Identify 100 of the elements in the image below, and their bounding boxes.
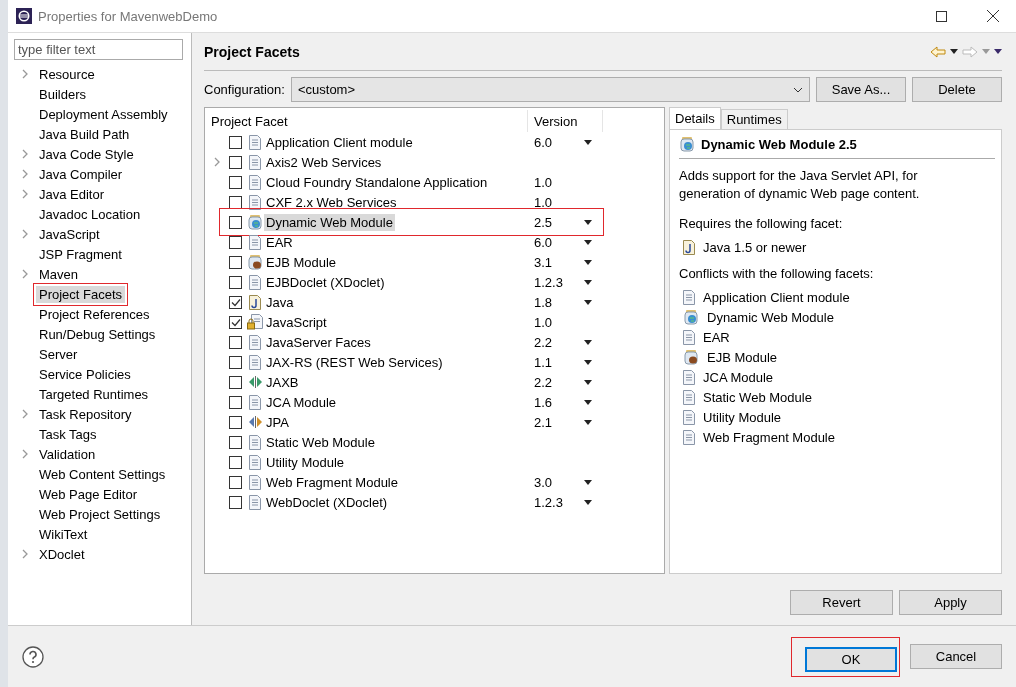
sidebar-item[interactable]: Resource: [36, 65, 98, 83]
facet-checkbox[interactable]: [229, 355, 242, 369]
caret-icon[interactable]: [584, 139, 592, 145]
facet-checkbox[interactable]: [229, 155, 242, 169]
facet-name[interactable]: Static Web Module: [264, 433, 377, 451]
caret-icon[interactable]: [950, 49, 958, 54]
sidebar-item[interactable]: Web Project Settings: [36, 505, 164, 523]
facet-checkbox[interactable]: [229, 415, 242, 429]
facet-name[interactable]: JavaScript: [264, 313, 329, 331]
sidebar-item[interactable]: Java Compiler: [36, 165, 126, 183]
facet-checkbox[interactable]: [229, 315, 242, 329]
sidebar-item[interactable]: XDoclet: [36, 545, 88, 563]
page-button[interactable]: Revert: [790, 590, 893, 615]
sidebar-item[interactable]: Builders: [36, 85, 89, 103]
facet-checkbox[interactable]: [229, 175, 242, 189]
expand-icon[interactable]: [22, 549, 28, 559]
sidebar-item[interactable]: WikiText: [36, 525, 91, 543]
expand-icon[interactable]: [214, 157, 220, 167]
facet-checkbox[interactable]: [229, 395, 242, 409]
facet-checkbox[interactable]: [229, 275, 242, 289]
sidebar-item[interactable]: Task Repository: [36, 405, 135, 423]
caret-icon[interactable]: [584, 279, 592, 285]
expand-icon[interactable]: [22, 229, 28, 239]
facet-name[interactable]: JAXB: [264, 373, 301, 391]
sidebar-item[interactable]: Targeted Runtimes: [36, 385, 152, 403]
caret-icon[interactable]: [584, 399, 592, 405]
facet-name[interactable]: CXF 2.x Web Services: [264, 193, 399, 211]
facet-name[interactable]: EJBDoclet (XDoclet): [264, 273, 387, 291]
facet-checkbox[interactable]: [229, 455, 242, 469]
facet-name[interactable]: WebDoclet (XDoclet): [264, 493, 390, 511]
sidebar-item[interactable]: Javadoc Location: [36, 205, 144, 223]
facet-name[interactable]: JCA Module: [264, 393, 339, 411]
facet-name[interactable]: Dynamic Web Module: [264, 213, 395, 231]
facet-checkbox[interactable]: [229, 335, 242, 349]
configuration-button[interactable]: Delete: [912, 77, 1002, 102]
sidebar-item[interactable]: Java Editor: [36, 185, 108, 203]
facet-checkbox[interactable]: [229, 195, 242, 209]
facet-name[interactable]: JavaServer Faces: [264, 333, 373, 351]
caret-icon[interactable]: [584, 299, 592, 305]
facet-name[interactable]: Web Fragment Module: [264, 473, 400, 491]
caret-icon[interactable]: [584, 339, 592, 345]
caret-icon[interactable]: [584, 379, 592, 385]
facet-checkbox[interactable]: [229, 495, 242, 509]
sidebar-item[interactable]: Project References: [36, 305, 153, 323]
facet-checkbox[interactable]: [229, 255, 242, 269]
page-button[interactable]: Apply: [899, 590, 1002, 615]
caret-icon[interactable]: [584, 259, 592, 265]
configuration-dropdown[interactable]: <custom>: [290, 77, 810, 102]
sidebar-item[interactable]: Maven: [36, 265, 82, 283]
sidebar-item[interactable]: Java Build Path: [36, 125, 133, 143]
help-icon[interactable]: [22, 645, 44, 668]
facet-checkbox[interactable]: [229, 435, 242, 449]
expand-icon[interactable]: [22, 69, 28, 79]
sidebar-item[interactable]: Web Page Editor: [36, 485, 141, 503]
caret-icon[interactable]: [584, 479, 592, 485]
facet-name[interactable]: JPA: [264, 413, 291, 431]
sidebar-item[interactable]: JSP Fragment: [36, 245, 125, 263]
sidebar-item[interactable]: JavaScript: [36, 225, 103, 243]
details-tab[interactable]: Details: [669, 107, 721, 129]
caret-icon[interactable]: [584, 499, 592, 505]
maximize-icon[interactable]: [935, 10, 947, 22]
facet-name[interactable]: Utility Module: [264, 453, 347, 471]
sidebar-item[interactable]: Server: [36, 345, 81, 363]
facet-name[interactable]: Axis2 Web Services: [264, 153, 384, 171]
facet-name[interactable]: JAX-RS (REST Web Services): [264, 353, 445, 371]
facet-checkbox[interactable]: [229, 295, 242, 309]
column-header[interactable]: Version: [528, 110, 603, 132]
facet-checkbox[interactable]: [229, 375, 242, 389]
caret-icon[interactable]: [584, 419, 592, 425]
sidebar-item[interactable]: Project Facets: [36, 285, 126, 303]
facet-checkbox[interactable]: [229, 475, 242, 489]
sidebar-item[interactable]: Task Tags: [36, 425, 100, 443]
document-icon: [683, 289, 695, 305]
chevron-down-icon[interactable]: [793, 86, 803, 93]
configuration-button[interactable]: Save As...: [816, 77, 906, 102]
sidebar-item[interactable]: Java Code Style: [36, 145, 137, 163]
sidebar-item[interactable]: Run/Debug Settings: [36, 325, 159, 343]
expand-icon[interactable]: [22, 449, 28, 459]
sidebar-item[interactable]: Validation: [36, 445, 99, 463]
dialog-button[interactable]: OK: [805, 646, 897, 672]
expand-icon[interactable]: [22, 269, 28, 279]
sidebar-item[interactable]: Service Policies: [36, 365, 134, 383]
filter-field[interactable]: type filter text: [14, 39, 183, 60]
column-header[interactable]: Project Facet: [205, 110, 528, 132]
caret-icon[interactable]: [584, 239, 592, 245]
details-tab[interactable]: Runtimes: [720, 109, 788, 129]
dialog-button[interactable]: Cancel: [910, 644, 1002, 669]
caret-icon[interactable]: [584, 359, 592, 365]
facet-name[interactable]: EAR: [264, 233, 295, 251]
facet-name[interactable]: Java: [264, 293, 296, 311]
facet-checkbox[interactable]: [229, 135, 242, 149]
facet-name[interactable]: EJB Module: [264, 253, 339, 271]
sidebar-item[interactable]: Deployment Assembly: [36, 105, 171, 123]
facet-name[interactable]: Application Client module: [264, 133, 415, 151]
close-icon[interactable]: [987, 10, 999, 22]
facet-name[interactable]: Cloud Foundry Standalone Application: [264, 173, 490, 191]
sidebar-item[interactable]: Web Content Settings: [36, 465, 169, 483]
facet-checkbox[interactable]: [229, 215, 242, 229]
caret-icon[interactable]: [584, 219, 592, 225]
expand-icon[interactable]: [22, 409, 28, 419]
